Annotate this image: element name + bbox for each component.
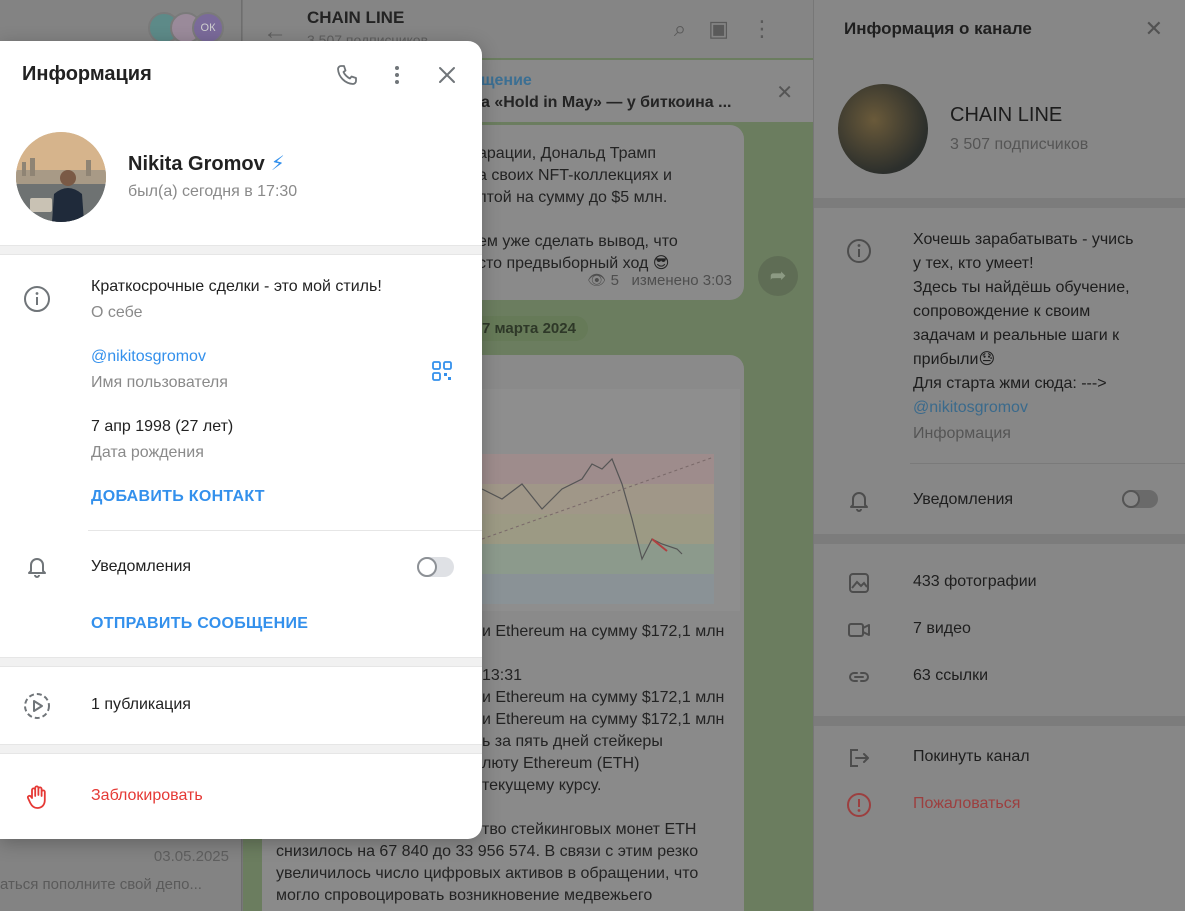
channel-about: Хочешь зарабатывать - учись у тех, кто у…	[913, 228, 1163, 446]
notifications-toggle[interactable]	[417, 557, 454, 577]
notifications-label: Уведомления	[913, 491, 1014, 508]
notifications-label: Уведомления	[91, 558, 192, 575]
about-line: Хочешь зарабатывать - учись	[913, 231, 1134, 248]
chat-list-avatars: ОК	[148, 12, 224, 44]
message-line: а своих NFT-коллекциях и	[478, 167, 672, 184]
channel-avatar[interactable]	[838, 84, 928, 174]
publications-row[interactable]: 1 публикация	[91, 696, 191, 714]
about-line: у тех, кто умеет!	[913, 255, 1034, 272]
pinned-text: а «Hold in May» — у биткоина ...	[481, 94, 732, 111]
qr-code-icon[interactable]	[430, 359, 454, 383]
add-contact-button[interactable]: ДОБАВИТЬ КОНТАКТ	[91, 488, 265, 506]
channel-name: CHAIN LINE	[950, 104, 1063, 126]
views-count: 5	[610, 272, 619, 289]
bio-text: Краткосрочные сделки - это мой стиль!	[91, 278, 382, 295]
price-line	[482, 456, 714, 561]
report-icon	[846, 792, 872, 818]
username-caption: Имя пользователя	[91, 374, 228, 391]
video-icon	[846, 617, 872, 643]
section-separator	[814, 534, 1185, 544]
panel-title: Информация о канале	[844, 19, 1032, 38]
message-line: арации, Дональд Трамп	[478, 145, 657, 162]
leave-channel-button[interactable]: Покинуть канал	[913, 748, 1030, 766]
user-name: Nikita Gromov	[128, 153, 265, 175]
videos-row[interactable]: 7 видео	[913, 620, 971, 638]
message-meta: 👁 5 изменено 3:03	[587, 270, 732, 292]
report-button[interactable]: Пожаловаться	[913, 795, 1020, 813]
birthday-caption: Дата рождения	[91, 444, 204, 461]
bio-caption: О себе	[91, 304, 143, 321]
section-separator	[814, 198, 1185, 208]
bell-icon	[846, 487, 872, 513]
about-caption: Информация	[913, 425, 1011, 442]
bell-icon	[22, 551, 52, 581]
channel-info-panel: Информация о канале ✕ CHAIN LINE 3 507 п…	[814, 0, 1185, 911]
chat-header-icons: ⌕▣⋮	[674, 16, 795, 42]
block-user-button[interactable]: Заблокировать	[91, 787, 203, 805]
user-name-block: Nikita Gromov ⚡	[128, 151, 285, 176]
info-icon	[22, 284, 52, 314]
user-info-modal: Информация Nikita Gromov ⚡ был(а) сегодня…	[0, 41, 482, 839]
send-message-button[interactable]: ОТПРАВИТЬ СООБЩЕНИЕ	[91, 615, 308, 633]
message-line: увеличилось число цифровых активов в обр…	[276, 865, 699, 882]
about-line: задачам и реальные шаги к	[913, 327, 1120, 344]
message-line: снизилось на 67 840 до 33 956 574. В свя…	[276, 843, 699, 860]
edited-label: изменено 3:03	[631, 272, 732, 289]
chat-date: 03.05.2025	[153, 848, 229, 865]
section-separator	[0, 245, 482, 255]
username-link[interactable]: @nikitosgromov	[91, 348, 206, 366]
channel-subscribers: 3 507 подписчиков	[950, 136, 1089, 153]
notifications-toggle[interactable]	[1122, 490, 1158, 508]
message-line: могло спровоцировать возникновение медве…	[276, 887, 653, 904]
birthday-text: 7 апр 1998 (27 лет)	[91, 418, 234, 435]
about-line: прибыли😓	[913, 351, 996, 368]
message-line: птой на сумму до $5 млн.	[478, 189, 668, 206]
chat-title[interactable]: CHAIN LINE	[307, 8, 404, 28]
about-line: Для старта жми сюда: --->	[913, 375, 1107, 392]
about-username-link[interactable]: @nikitosgromov	[913, 396, 1163, 420]
close-icon[interactable]: ✕	[776, 80, 793, 105]
user-status: был(а) сегодня в 17:30	[128, 183, 298, 200]
section-separator	[0, 657, 482, 667]
info-icon	[846, 238, 872, 264]
about-line: сопровождение к своим	[913, 303, 1091, 320]
close-icon[interactable]	[431, 59, 463, 91]
divider	[910, 463, 1185, 464]
message-line	[478, 209, 728, 231]
links-row[interactable]: 63 ссылки	[913, 667, 988, 685]
section-separator	[0, 744, 482, 754]
hand-block-icon	[22, 782, 52, 812]
more-vertical-icon[interactable]: ⋮	[751, 16, 795, 41]
section-separator	[814, 716, 1185, 726]
pinned-title: щение	[481, 72, 532, 89]
forward-icon[interactable]: ➦	[758, 256, 798, 296]
photos-row[interactable]: 433 фотографии	[913, 573, 1037, 591]
leave-icon	[846, 745, 872, 771]
photo-icon	[846, 570, 872, 596]
date-separator: 7 марта 2024	[470, 316, 588, 341]
sidebar-toggle-icon[interactable]: ▣	[708, 16, 751, 41]
search-icon[interactable]: ⌕	[674, 16, 708, 41]
chart-image[interactable]	[482, 389, 740, 611]
avatar-badge: ОК	[192, 12, 224, 44]
user-avatar[interactable]	[16, 132, 106, 222]
about-line: Здесь ты найдёшь обучение,	[913, 279, 1130, 296]
modal-title: Информация	[22, 63, 152, 85]
more-vertical-icon[interactable]	[381, 59, 413, 91]
eye-icon: 👁	[587, 272, 607, 289]
bolt-icon: ⚡	[270, 153, 285, 175]
close-icon[interactable]: ✕	[1145, 16, 1163, 42]
message-line: ем уже сделать вывод, что	[478, 233, 678, 250]
stories-icon	[22, 691, 52, 721]
link-icon	[846, 664, 872, 690]
divider	[88, 530, 482, 531]
chat-snippet: аться пополните свой депо...	[0, 876, 202, 893]
phone-icon[interactable]	[331, 59, 363, 91]
